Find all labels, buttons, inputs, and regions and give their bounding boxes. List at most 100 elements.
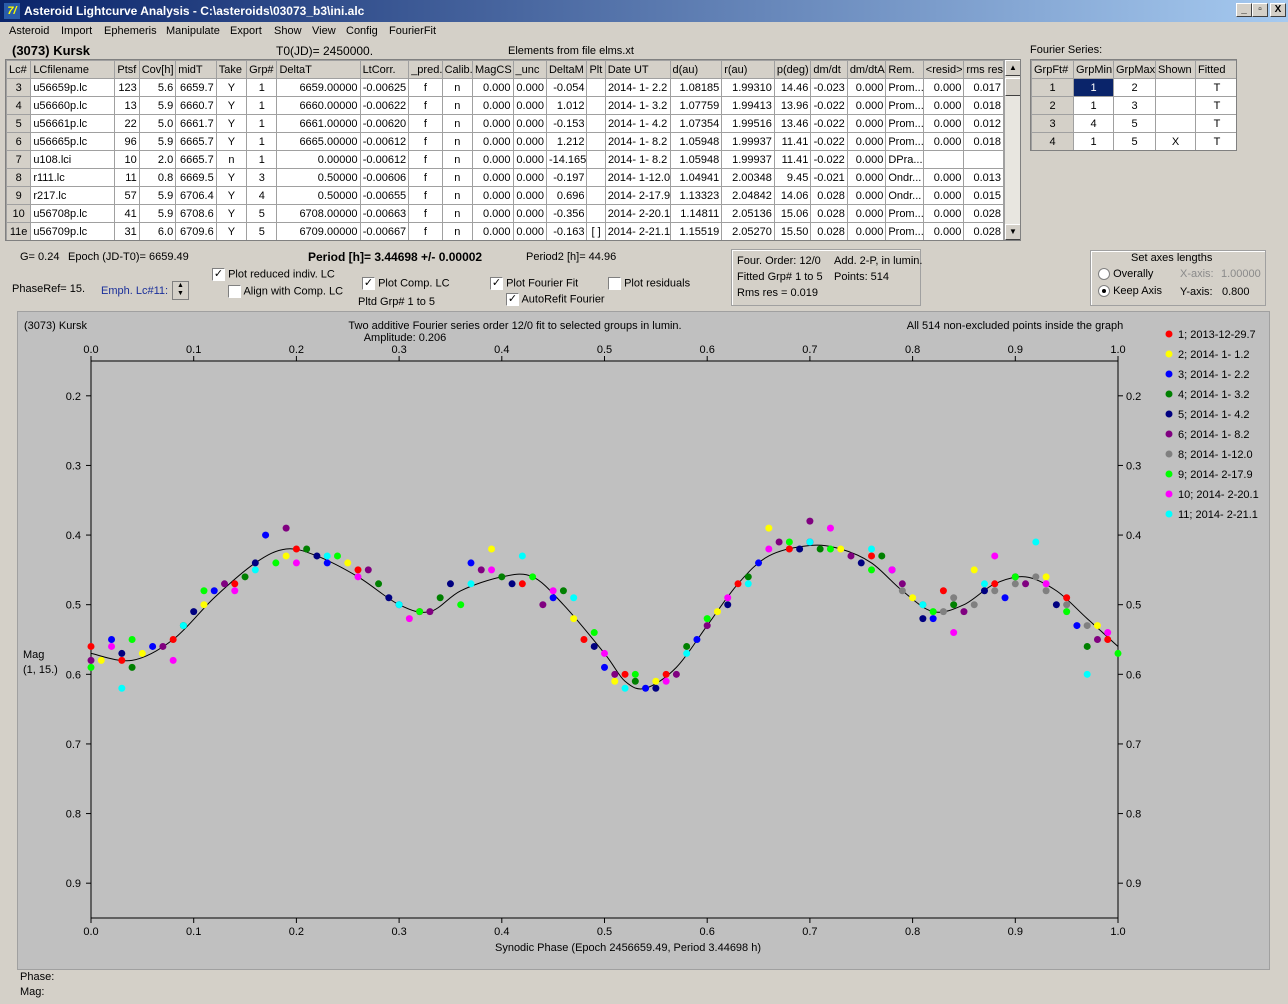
table-cell[interactable]: 0.000 [846, 204, 887, 223]
row-number[interactable]: 11e [6, 222, 32, 240]
align-checkbox[interactable] [228, 285, 241, 298]
table-cell[interactable]: 9.45 [773, 168, 812, 187]
lc-col-header[interactable]: midT [175, 60, 217, 79]
lc-col-header[interactable]: Take [215, 60, 248, 79]
lc-col-header[interactable]: d(au) [669, 60, 723, 79]
plot-reduced-option[interactable]: ✓ Plot reduced indiv. LC [212, 268, 335, 281]
emph-lc-spinner[interactable]: ▲ ▼ [172, 281, 189, 300]
fourier-cell[interactable]: 2 [1113, 78, 1156, 97]
table-cell[interactable]: f [408, 186, 443, 205]
table-cell[interactable]: [ ] [586, 222, 606, 240]
table-cell[interactable]: 0.000 [472, 204, 514, 223]
table-cell[interactable]: u56665p.lc [30, 132, 116, 151]
table-cell[interactable]: 0.017 [963, 78, 1004, 97]
x-axis-value[interactable]: 1.00000 [1221, 268, 1261, 280]
table-cell[interactable]: 96 [114, 132, 140, 151]
table-cell[interactable]: 6660.7 [175, 96, 217, 115]
table-cell[interactable]: n [441, 96, 474, 115]
table-cell[interactable]: 0.000 [472, 132, 514, 151]
table-cell[interactable]: 2014- 1- 8.2 [604, 132, 671, 151]
autorefit-option[interactable]: ✓ AutoRefit Fourier [506, 293, 605, 306]
table-cell[interactable] [586, 204, 606, 223]
table-cell[interactable]: Prom... [885, 114, 924, 133]
table-cell[interactable]: 0.000 [472, 114, 514, 133]
table-cell[interactable]: 0.000 [922, 186, 965, 205]
table-cell[interactable]: 0.018 [963, 132, 1004, 151]
fourier-row[interactable]: 415XT [1031, 132, 1236, 150]
table-cell[interactable]: n [441, 132, 474, 151]
table-cell[interactable]: 0.000 [472, 168, 514, 187]
table-cell[interactable]: 1.99413 [721, 96, 775, 115]
lc-col-header[interactable]: dm/dtA [846, 60, 887, 79]
table-cell[interactable]: 0.000 [846, 186, 887, 205]
table-cell[interactable]: -0.021 [810, 168, 848, 187]
table-cell[interactable] [922, 150, 965, 169]
table-cell[interactable]: 4 [246, 186, 278, 205]
table-cell[interactable]: u56660p.lc [30, 96, 116, 115]
table-cell[interactable]: 1 [246, 78, 278, 97]
fourier-cell[interactable]: 5 [1113, 132, 1156, 150]
lc-col-header[interactable]: DeltaT [276, 60, 361, 79]
fourier-row-number[interactable]: 1 [1031, 78, 1074, 97]
lc-col-header[interactable]: Grp# [246, 60, 278, 79]
table-cell[interactable]: 0.000 [472, 78, 514, 97]
table-cell[interactable]: 2.05136 [721, 204, 775, 223]
fourier-cell[interactable]: 1 [1073, 132, 1114, 150]
table-cell[interactable]: 15.06 [773, 204, 812, 223]
table-row[interactable]: 5 u56661p.lc 22 5.0 6661.7 Y 1 6661.00000 -0.006… [6, 114, 1004, 133]
table-cell[interactable]: -0.00625 [359, 78, 410, 97]
table-cell[interactable]: -0.163 [545, 222, 588, 240]
lc-col-header[interactable]: Rem. [885, 60, 924, 79]
table-cell[interactable]: -14.165 [545, 150, 588, 169]
table-cell[interactable]: 2014- 1-12.0 [604, 168, 671, 187]
table-cell[interactable]: 0.000 [922, 132, 965, 151]
table-cell[interactable]: Prom... [885, 78, 924, 97]
table-cell[interactable]: 15.50 [773, 222, 812, 240]
fourier-cell[interactable]: X [1155, 132, 1196, 150]
table-cell[interactable]: f [408, 114, 443, 133]
table-cell[interactable]: 2.0 [138, 150, 177, 169]
fourier-col-header[interactable]: GrpFt# [1031, 60, 1074, 79]
table-cell[interactable]: f [408, 150, 443, 169]
row-number[interactable]: 3 [6, 78, 32, 97]
table-cell[interactable]: 2014- 1- 8.2 [604, 150, 671, 169]
table-cell[interactable]: n [441, 204, 474, 223]
fourier-col-header[interactable]: GrpMax [1113, 60, 1156, 79]
table-cell[interactable]: n [441, 222, 474, 240]
table-cell[interactable]: -0.197 [545, 168, 588, 187]
table-cell[interactable] [586, 114, 606, 133]
table-cell[interactable]: 0.000 [846, 78, 887, 97]
menu-config[interactable]: Config [346, 25, 378, 37]
table-cell[interactable] [586, 96, 606, 115]
table-cell[interactable]: Ondr... [885, 168, 924, 187]
table-row[interactable]: 11e u56709p.lc 31 6.0 6709.6 Y 5 6709.00000 -0.0… [6, 222, 1004, 240]
fourier-row[interactable]: 112T [1031, 78, 1236, 97]
table-cell[interactable]: 0.000 [846, 114, 887, 133]
table-cell[interactable]: f [408, 78, 443, 97]
table-cell[interactable]: 5 [246, 204, 278, 223]
table-cell[interactable]: -0.022 [810, 96, 848, 115]
table-cell[interactable]: 13.96 [773, 96, 812, 115]
table-cell[interactable]: Y [215, 114, 248, 133]
plot-fourier-option[interactable]: ✓ Plot Fourier Fit [490, 277, 578, 290]
table-cell[interactable]: n [215, 150, 248, 169]
plot-fourier-checkbox[interactable]: ✓ [490, 277, 503, 290]
table-cell[interactable] [586, 132, 606, 151]
maximize-button[interactable]: ▫ [1252, 3, 1268, 17]
fourier-cell[interactable] [1155, 96, 1196, 115]
table-cell[interactable]: -0.022 [810, 150, 848, 169]
table-cell[interactable]: Y [215, 204, 248, 223]
lc-col-header[interactable]: Plt [586, 60, 606, 79]
lc-col-header[interactable]: rms res [963, 60, 1004, 79]
menu-view[interactable]: View [312, 25, 336, 37]
fourier-cell[interactable]: T [1195, 114, 1236, 133]
table-cell[interactable]: 13.46 [773, 114, 812, 133]
table-cell[interactable]: 0.000 [512, 186, 547, 205]
table-cell[interactable]: 13 [114, 96, 140, 115]
table-cell[interactable]: -0.00612 [359, 150, 410, 169]
table-cell[interactable] [963, 150, 1004, 169]
lightcurve-plot[interactable]: (3073) Kursk Two additive Fourier series… [17, 311, 1270, 970]
fourier-row[interactable]: 213 T [1031, 96, 1236, 115]
table-cell[interactable]: -0.023 [810, 78, 848, 97]
table-cell[interactable]: 0.000 [472, 150, 514, 169]
